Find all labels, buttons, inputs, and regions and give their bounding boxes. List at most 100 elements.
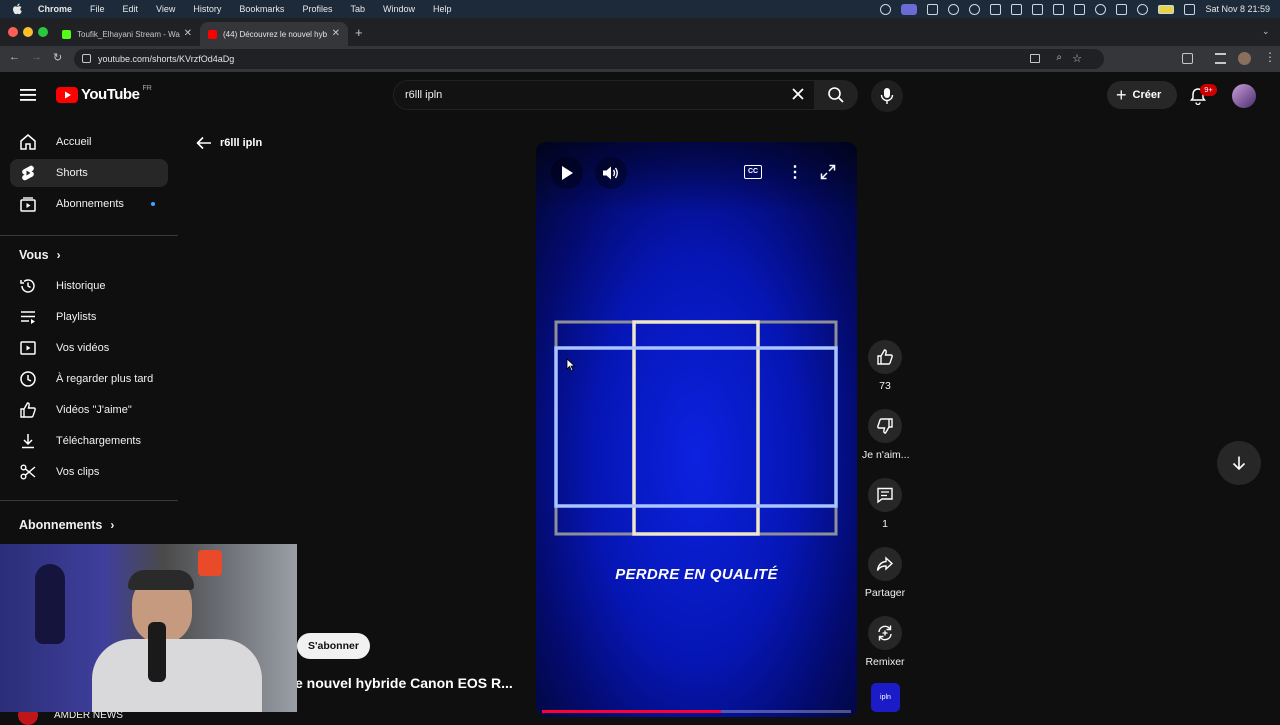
menu-file[interactable]: File <box>90 4 105 14</box>
tab-youtube-active[interactable]: (44) Découvrez le nouvel hyb ✕ <box>200 22 348 46</box>
reload-icon[interactable]: ↻ <box>53 51 62 64</box>
apple-icon[interactable] <box>12 3 26 15</box>
menu-help[interactable]: Help <box>433 4 452 14</box>
search-button[interactable] <box>814 80 858 110</box>
extensions-icon[interactable] <box>1182 53 1193 64</box>
status-icon-9[interactable] <box>1074 3 1086 15</box>
install-app-icon[interactable] <box>1030 54 1040 63</box>
hamburger-menu-icon[interactable] <box>20 88 36 102</box>
menu-view[interactable]: View <box>156 4 175 14</box>
menu-app-chrome[interactable]: Chrome <box>38 4 72 14</box>
fullscreen-icon[interactable] <box>820 164 836 180</box>
zoom-icon[interactable]: ⌕ <box>1056 52 1062 63</box>
volume-button[interactable] <box>595 157 627 189</box>
sidebar-item-vos-videos[interactable]: Vos vidéos <box>10 334 168 362</box>
menu-edit[interactable]: Edit <box>123 4 139 14</box>
share-button[interactable] <box>868 547 902 581</box>
short-title[interactable]: e nouvel hybride Canon EOS R... <box>295 675 513 691</box>
sidebar-item-accueil[interactable]: Accueil <box>10 128 168 156</box>
sidebar-item-historique[interactable]: Historique <box>10 272 168 300</box>
dislike-action[interactable]: Je n'aim... <box>862 409 910 461</box>
back-icon[interactable]: ← <box>9 51 20 63</box>
status-icon-8[interactable] <box>1032 3 1044 15</box>
dislike-button[interactable] <box>868 409 902 443</box>
remix-button[interactable] <box>868 616 902 650</box>
spotlight-search-icon[interactable] <box>1137 3 1149 15</box>
tab-kick-stream[interactable]: Toufik_Elhayani Stream - Wa ✕ <box>54 22 200 46</box>
battery-icon[interactable] <box>1158 4 1175 14</box>
sidebar-item-telechargements[interactable]: Téléchargements <box>10 427 168 455</box>
menu-history[interactable]: History <box>193 4 221 14</box>
close-tab-icon[interactable]: ✕ <box>332 28 340 39</box>
sidebar-item-videos-jaime[interactable]: Vidéos "J'aime" <box>10 396 168 424</box>
sidebar-item-a-regarder-plus-tard[interactable]: À regarder plus tard <box>10 365 168 393</box>
status-icon-1[interactable] <box>880 3 892 15</box>
reading-list-icon[interactable] <box>1215 53 1226 64</box>
search-icon <box>828 87 844 103</box>
share-action[interactable]: Partager <box>862 547 908 599</box>
account-avatar[interactable] <box>1232 84 1256 108</box>
forward-icon[interactable]: → <box>31 51 42 63</box>
close-window-button[interactable] <box>8 27 18 37</box>
sidebar-item-abonnements[interactable]: Abonnements <box>10 190 168 218</box>
status-icon-7[interactable] <box>1011 3 1023 15</box>
menu-window[interactable]: Window <box>383 4 415 14</box>
shorts-back-header[interactable]: r6lll ipln <box>196 136 262 150</box>
status-icon-10[interactable] <box>1095 3 1107 15</box>
more-options-icon[interactable]: ⋮ <box>787 162 803 182</box>
status-icon-4[interactable] <box>948 3 960 15</box>
subscribe-button[interactable]: S'abonner <box>297 633 370 659</box>
create-button[interactable]: + Créer <box>1107 81 1177 109</box>
status-icon-5[interactable] <box>969 3 981 15</box>
your-videos-icon <box>20 341 36 355</box>
comments-action[interactable]: 1 <box>862 478 908 530</box>
menubar-clock[interactable]: Sat Nov 8 21:59 <box>1205 4 1270 14</box>
search-input[interactable]: r6lll ipln <box>393 80 818 110</box>
macos-menubar: Chrome File Edit View History Bookmarks … <box>0 0 1280 18</box>
youtube-logo[interactable]: YouTube FR <box>56 85 152 103</box>
sound-thumbnail[interactable]: ipln <box>871 683 900 712</box>
wifi-icon[interactable] <box>1116 3 1128 15</box>
remix-label: Remixer <box>865 656 905 668</box>
sidebar-section-vous[interactable]: Vous › <box>19 248 61 262</box>
profile-avatar[interactable] <box>1238 52 1251 65</box>
sidebar-item-playlists[interactable]: Playlists <box>10 303 168 331</box>
volume-icon[interactable] <box>1053 3 1065 15</box>
menu-profiles[interactable]: Profiles <box>302 4 332 14</box>
status-icon-2[interactable] <box>901 3 918 15</box>
thumbs-down-icon <box>877 418 893 434</box>
sidebar-item-shorts[interactable]: Shorts <box>10 159 168 187</box>
like-action[interactable]: 73 <box>862 340 908 392</box>
tab-search-chevron-icon[interactable]: ⌄ <box>1262 26 1270 37</box>
status-icon-3[interactable] <box>927 3 939 15</box>
microphone-icon <box>880 88 894 104</box>
play-button[interactable] <box>551 157 583 189</box>
like-button[interactable] <box>868 340 902 374</box>
voice-search-button[interactable] <box>871 80 903 112</box>
menu-bookmarks[interactable]: Bookmarks <box>239 4 284 14</box>
back-arrow-icon <box>196 136 211 150</box>
captions-icon[interactable]: CC <box>744 165 762 179</box>
sidebar-section-abonnements[interactable]: Abonnements › <box>19 518 114 532</box>
remix-action[interactable]: Remixer <box>862 616 908 668</box>
next-short-button[interactable] <box>1217 441 1261 485</box>
short-video-player[interactable]: CC ⋮ PERDRE EN QUALITÉ <box>536 142 857 717</box>
chrome-menu-icon[interactable]: ⋮ <box>1264 50 1276 64</box>
menu-tab[interactable]: Tab <box>350 4 365 14</box>
minimize-window-button[interactable] <box>23 27 33 37</box>
clear-search-icon[interactable] <box>790 86 806 102</box>
close-tab-icon[interactable]: ✕ <box>184 28 192 39</box>
progress-track[interactable] <box>542 710 851 713</box>
site-info-icon[interactable] <box>82 54 91 63</box>
tab-title: Toufik_Elhayani Stream - Wa <box>77 29 180 39</box>
new-tab-button[interactable]: + <box>355 25 363 40</box>
zoom-window-button[interactable] <box>38 27 48 37</box>
bookmark-star-icon[interactable]: ☆ <box>1072 52 1082 65</box>
neon-light <box>198 550 222 576</box>
sidebar-item-vos-clips[interactable]: Vos clips <box>10 458 168 486</box>
comments-button[interactable] <box>868 478 902 512</box>
control-center-icon[interactable] <box>1184 3 1196 15</box>
address-bar[interactable]: youtube.com/shorts/KVrzfOd4aDg ⌕ ☆ <box>74 49 1104 69</box>
status-icon-6[interactable] <box>990 3 1002 15</box>
subscriptions-icon <box>20 197 36 212</box>
